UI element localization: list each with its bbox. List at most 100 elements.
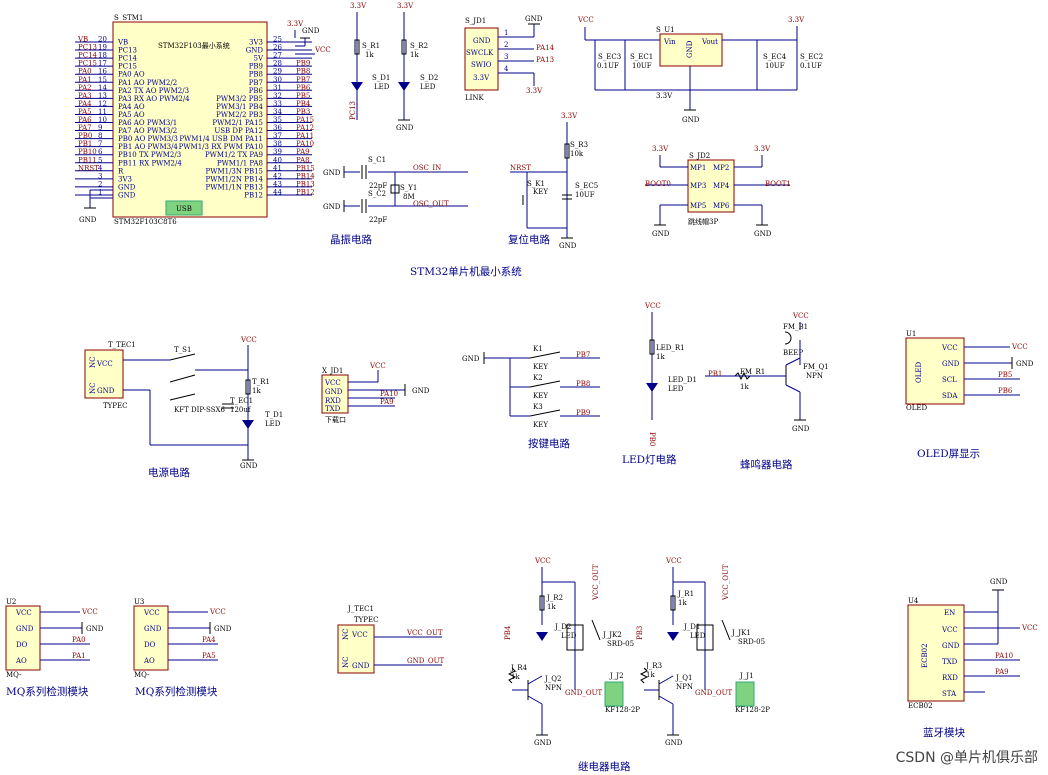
- ref-fm-q1: FM_Q1: [803, 363, 829, 371]
- pin-oled-sda: SDA: [942, 392, 958, 400]
- val-s-d2: LED: [420, 83, 436, 91]
- title-buzzer: 蜂鸣器电路: [740, 458, 793, 471]
- pin-oled-scl: SCL: [942, 376, 957, 384]
- net-vcc-out: VCC_OUT: [406, 629, 443, 637]
- mcu-left-pin-label: PB1 AO PWM3/4: [118, 143, 178, 151]
- net-vcc-u3: VCC: [209, 608, 226, 616]
- net-gnd-relay2: GND: [534, 739, 552, 747]
- mcu-right-pin-label: PB12: [244, 191, 263, 199]
- ref-j-q2: J_Q2: [544, 675, 562, 683]
- net-vcc-out-r2: VCC_OUT: [592, 564, 600, 601]
- net-3v3-boot-l: 3.3V: [652, 145, 669, 153]
- val-j-r4: 1k: [511, 673, 520, 681]
- val-s-k1: KEY: [533, 188, 548, 196]
- pin-tec-gnd: GND: [97, 387, 115, 395]
- mcu-left-net: NRST: [78, 164, 99, 172]
- mcu-left-pin-num: 5: [98, 156, 102, 164]
- pin-x-gnd: GND: [325, 388, 343, 396]
- mcu-right-net: PB6: [296, 84, 311, 92]
- ref-u2: U2: [6, 598, 16, 606]
- ref-s-r3: S_R3: [570, 141, 588, 149]
- mcu-left-pin-num: 14: [98, 84, 107, 92]
- title-reset: 复位电路: [508, 233, 550, 246]
- ref-s-k1: S_K1: [527, 180, 545, 188]
- net-3v3-boot-r: 3.3V: [754, 145, 771, 153]
- ref-k3: K3: [533, 403, 543, 411]
- ref-s-r2: S_R2: [410, 42, 428, 50]
- net-vcc-x: VCC: [369, 362, 386, 370]
- val-j-d2: LED: [561, 632, 577, 640]
- buzzer-circuit: VCC FM_B1 BEEP GND PB1 FM_R1 1k FM_Q1 NP…: [705, 312, 829, 471]
- mcu-name: STM32F103最小系统: [158, 41, 230, 50]
- power-circuit: T_TEC1 VCC GND NC NC TYPEC T_S1 KFT DIP-…: [84, 336, 283, 479]
- ref-t-d1: T_D1: [265, 411, 283, 419]
- net-nrst: NRST: [510, 164, 531, 172]
- val-s-ec4: 10UF: [765, 62, 785, 70]
- mcu-block: S_STM1 STM32F103最小系统 STM32F103C8T6 USB V…: [75, 14, 331, 226]
- pin-u3-do: DO: [144, 641, 156, 649]
- net-pa10-bt: PA10: [995, 652, 1013, 660]
- val-k2: KEY: [533, 392, 548, 400]
- ref-u3: U3: [134, 598, 144, 606]
- ref-j-r2: J_R2: [546, 594, 563, 602]
- title-oled: OLED屏显示: [917, 448, 980, 460]
- ref-led-d1: LED_D1: [668, 376, 697, 384]
- mcu-right-pin-num: 32: [273, 92, 282, 100]
- ref-j-r3: J_R3: [645, 662, 662, 670]
- ref-s-jd1: S_JD1: [465, 17, 486, 25]
- mcu-right-net: PB9: [296, 60, 310, 68]
- mcu-left-net: PC14: [78, 52, 98, 60]
- mcu-left-net: PC13: [78, 44, 97, 52]
- pin-u3-ao: AO: [143, 657, 155, 665]
- mcu-right-pin-num: 26: [273, 44, 282, 52]
- mcu-right-pin-label: PWM1/2 TX PA9: [205, 151, 263, 159]
- title-mcu: STM32单片机最小系统: [410, 265, 522, 278]
- mcu-right-pin-num: 35: [273, 116, 282, 124]
- mcu-left-pin-label: PC14: [118, 55, 138, 63]
- swd-header: S_JD1 GND SWCLK SWIO 3.3V LINK GND PA14 …: [464, 15, 555, 102]
- mcu-left-net: PA3: [78, 92, 92, 100]
- pin-swclk: SWCLK: [466, 49, 494, 57]
- mcu-right-net: PA10: [296, 140, 314, 148]
- pin-swio: SWIO: [471, 61, 492, 69]
- net-gnd-led: GND: [396, 124, 414, 132]
- mcu-left-pin-label: PA7 AO PWM3/2: [118, 127, 177, 135]
- mcu-right-pin-label: 3V3: [249, 39, 263, 47]
- net-pa13: PA13: [536, 56, 554, 64]
- net-vcc-relay1: VCC: [665, 557, 682, 565]
- bluetooth-module: U4 ECB02 EN VCC GND TXD RXD STA ECB02 GN…: [907, 578, 1038, 739]
- val-j-q2: NPN: [545, 684, 562, 692]
- mcu-right-pin-label: USB DP PA12: [214, 127, 263, 135]
- relay-circuit-2: VCC J_R2 1k J_D2 LED PB4 J_JK2 SRD-05 VC…: [504, 557, 640, 747]
- val-s-ec3: 0.1UF: [597, 62, 619, 70]
- mcu-right-net: PB14: [296, 172, 315, 180]
- val-j-r3: 1k: [646, 671, 655, 679]
- ref-j-j1: J_J1: [739, 672, 754, 680]
- pin-bt-gnd: GND: [942, 642, 960, 650]
- mcu-right-pin-num: 42: [273, 172, 282, 180]
- svg-text:4: 4: [504, 65, 509, 73]
- pin-bt-txd: TXD: [942, 658, 958, 666]
- val-k3: KEY: [533, 421, 548, 429]
- pin-u2-gnd: GND: [16, 625, 34, 633]
- boot-jumper: S_JD2 MP1 MP2 MP3 MP4 MP5 MP6 跳线帽3P 3.3V…: [645, 145, 791, 238]
- mcu-left-net: PB11: [78, 156, 97, 164]
- mcu-left-pin-label: PA5 AO: [118, 111, 145, 119]
- mcu-left-pin-num: 12: [98, 100, 107, 108]
- ref-j-r4: J_R4: [510, 664, 528, 672]
- mcu-right-pin-num: 43: [273, 180, 282, 188]
- pin-vin: Vin: [663, 38, 676, 46]
- mcu-left-pin-label: PC15: [118, 63, 137, 71]
- net-vcc-oled: VCC: [1011, 343, 1028, 351]
- pin-gnd: GND: [473, 37, 491, 45]
- reset-circuit: 3.3V S_R3 10k NRST S_K1 KEY S_EC5 10UF G…: [508, 112, 598, 250]
- pin-bt-en: EN: [944, 609, 955, 617]
- ref-j-j2: J_J2: [609, 672, 624, 680]
- val-s-ec1: 10UF: [632, 62, 652, 70]
- mcu-left-pin-label: GND: [118, 183, 136, 191]
- val-j-tec1: TYPEC: [354, 616, 378, 624]
- ref-u4: U4: [908, 597, 919, 605]
- net-pb6: PB6: [998, 387, 1013, 395]
- mcu-right-net: PA11: [296, 132, 314, 140]
- mcu-left-pin-num: 17: [98, 60, 107, 68]
